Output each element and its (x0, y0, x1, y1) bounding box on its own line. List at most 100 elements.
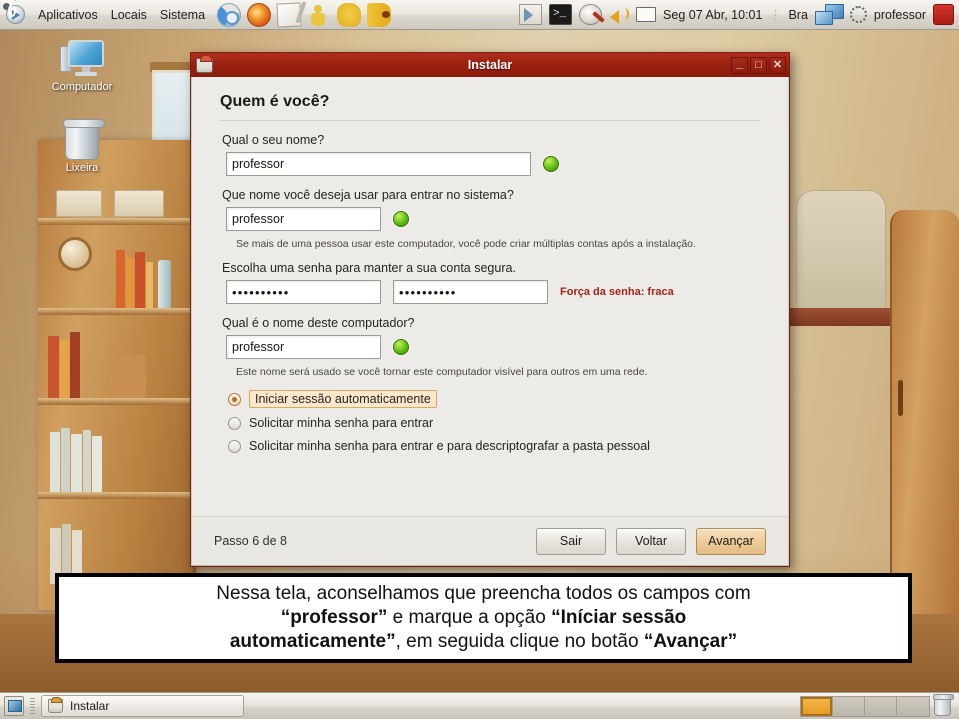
menu-locais[interactable]: Locais (111, 8, 147, 22)
fullname-row: professor (226, 152, 766, 176)
clock[interactable]: Seg 07 Abr, 10:01 (663, 8, 762, 22)
radio-unselected-icon (228, 416, 241, 430)
username-label: Que nome você deseja usar para entrar no… (222, 188, 514, 202)
bottom-panel: Instalar (0, 692, 959, 719)
radio-label: Solicitar minha senha para entrar e para… (249, 439, 650, 453)
top-panel: Aplicativos Locais Sistema >_ Seg 07 Abr… (0, 0, 959, 30)
wallpaper-bed (796, 190, 886, 310)
username-hint: Se mais de uma pessoa usar este computad… (236, 238, 696, 250)
minimize-icon: _ (735, 54, 744, 70)
network-monitor-icon[interactable] (814, 3, 844, 26)
desktop-icon-trash[interactable]: Lixeira (38, 119, 126, 174)
valid-green-dot-icon (543, 156, 559, 172)
firefox-icon[interactable] (247, 2, 272, 27)
terminal-icon[interactable]: >_ (549, 4, 573, 25)
trash-icon (38, 119, 126, 160)
step-indicator: Passo 6 de 8 (214, 534, 287, 548)
password-row: •••••••••• •••••••••• Força da senha: fr… (226, 280, 766, 304)
power-icon[interactable] (933, 4, 954, 25)
password-strength-label: Força da senha: fraca (560, 286, 674, 298)
person-icon[interactable] (307, 3, 331, 27)
installer-window[interactable]: Instalar _ □ ✕ Quem é você? Qual o seu n… (190, 52, 790, 567)
window-title: Instalar (467, 58, 513, 72)
minimize-button[interactable]: _ (731, 54, 748, 74)
close-icon: ✕ (772, 58, 783, 71)
forward-button-label: Avançar (708, 534, 754, 548)
installer-icon (48, 697, 63, 713)
chrome-icon[interactable] (217, 2, 242, 27)
wallpaper-wardrobe (890, 210, 959, 630)
fullname-input[interactable]: professor (226, 152, 531, 176)
footer-buttons: Sair Voltar Avançar (536, 527, 766, 555)
panel-grip[interactable] (30, 697, 35, 715)
page-title: Quem é você? (220, 93, 330, 110)
valid-green-dot-icon (393, 211, 409, 227)
taskbar-item-label: Instalar (70, 699, 110, 713)
caption-line1: Nessa tela, aconselhamos que preencha to… (216, 582, 751, 604)
close-button[interactable]: ✕ (769, 56, 786, 74)
computer-icon (38, 40, 126, 79)
workspace-2[interactable] (833, 696, 865, 716)
username-label[interactable]: professor (874, 8, 926, 22)
radio-unselected-icon (228, 439, 241, 453)
password-label: Escolha uma senha para manter a sua cont… (222, 261, 516, 275)
workspace-1[interactable] (801, 696, 833, 716)
menu-aplicativos[interactable]: Aplicativos (38, 8, 98, 22)
user-status-icon[interactable] (849, 6, 867, 23)
hand-icon[interactable] (337, 2, 362, 27)
username-input[interactable]: professor (226, 207, 381, 231)
taskbar-item-instalar[interactable]: Instalar (41, 695, 244, 717)
password-input[interactable]: •••••••••• (226, 280, 381, 304)
wallpaper-wardrobe-handle (898, 380, 903, 416)
updates-icon[interactable] (579, 4, 603, 25)
radio-auto-login[interactable]: Iniciar sessão automaticamente (228, 390, 766, 408)
back-button-label: Voltar (635, 534, 667, 548)
caption-option-bold-a: “Iníciar sessão (551, 606, 687, 628)
paint-icon[interactable] (367, 2, 392, 27)
hostname-hint: Este nome será usado se você tornar este… (236, 366, 648, 378)
mail-icon[interactable] (636, 7, 657, 22)
radio-require-password-encrypt[interactable]: Solicitar minha senha para entrar e para… (228, 439, 766, 453)
panel-menu-group: Aplicativos Locais Sistema (0, 5, 205, 24)
quit-button[interactable]: Sair (536, 527, 606, 555)
title-divider (220, 120, 760, 121)
show-desktop-icon[interactable] (4, 696, 24, 716)
caption-professor-bold: “professor” (280, 606, 388, 628)
workspace-4[interactable] (897, 696, 929, 716)
quit-button-label: Sair (559, 534, 583, 548)
caption-line2-mid: e marque a opção (387, 606, 552, 628)
trash-icon[interactable] (933, 694, 954, 716)
bottom-panel-right (800, 694, 955, 717)
desktop-icon-label: Computador (51, 81, 113, 93)
login-options-group: Iniciar sessão automaticamente Solicitar… (228, 390, 766, 453)
notepad-icon[interactable] (276, 1, 302, 28)
installer-content: Quem é você? Qual o seu nome? professor … (191, 77, 789, 516)
wallpaper-bed-base (790, 308, 890, 326)
workspace-switcher[interactable] (800, 695, 930, 717)
window-controls: _ □ ✕ (731, 54, 786, 74)
tray-separator: ⋮ (769, 7, 782, 22)
back-button[interactable]: Voltar (616, 527, 686, 555)
menu-sistema[interactable]: Sistema (160, 8, 205, 22)
password-confirm-input[interactable]: •••••••••• (393, 280, 548, 304)
workspaces-icon[interactable] (519, 4, 543, 25)
fullname-label: Qual o seu nome? (222, 133, 325, 147)
caption-line3-mid: , em seguida clique no botão (395, 631, 644, 653)
hostname-label: Qual é o nome deste computador? (222, 316, 415, 330)
keyboard-layout-indicator[interactable]: Bra (788, 8, 807, 22)
window-titlebar[interactable]: Instalar _ □ ✕ (191, 53, 789, 77)
workspace-3[interactable] (865, 696, 897, 716)
valid-green-dot-icon (393, 339, 409, 355)
maximize-button[interactable]: □ (750, 56, 767, 74)
panel-tray-group: >_ Seg 07 Abr, 10:01 ⋮ Bra professor (519, 3, 959, 26)
volume-icon[interactable] (609, 4, 630, 25)
maximize-icon: □ (755, 58, 762, 71)
caption-option-bold-b: automaticamente” (229, 631, 396, 653)
hostname-input[interactable]: professor (226, 335, 381, 359)
desktop-icon-computer[interactable]: Computador (38, 40, 126, 93)
radio-require-password[interactable]: Solicitar minha senha para entrar (228, 416, 766, 430)
instruction-caption: Nessa tela, aconselhamos que preencha to… (55, 573, 912, 663)
caption-avancar-bold: “Avançar” (643, 631, 738, 653)
forward-button[interactable]: Avançar (696, 527, 766, 555)
installer-icon (196, 54, 213, 73)
